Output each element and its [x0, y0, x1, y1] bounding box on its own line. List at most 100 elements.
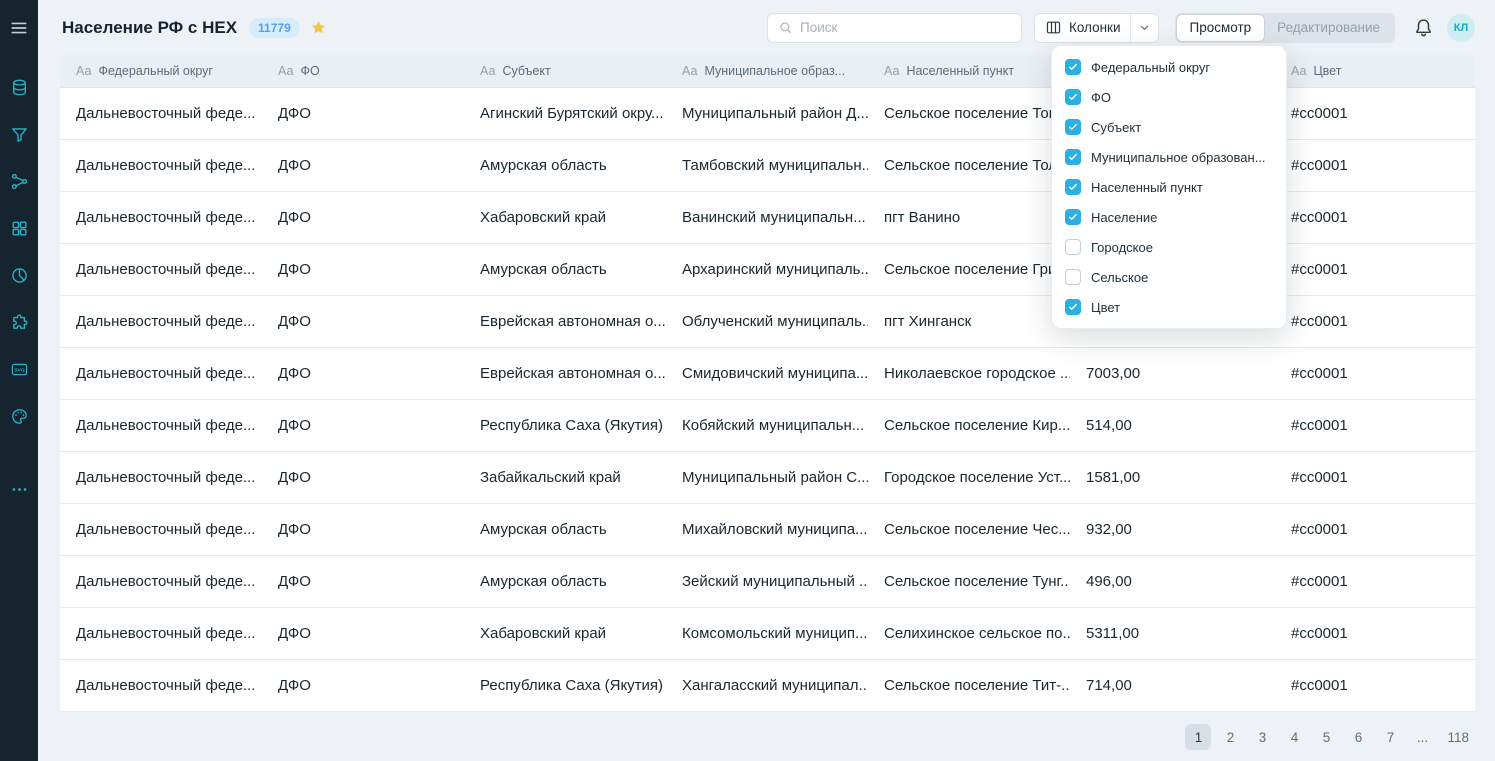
checkbox-unchecked-icon[interactable] [1065, 269, 1081, 285]
table-row[interactable]: Дальневосточный феде...ДФОЕврейская авто… [60, 348, 1475, 400]
filter-icon[interactable] [0, 111, 38, 158]
column-header[interactable]: АаСубъект [464, 55, 666, 87]
edit-mode-button[interactable]: Редактирование [1264, 15, 1393, 41]
column-header[interactable]: Аа Цвет [1275, 55, 1475, 87]
svg-icon[interactable]: SVG [0, 346, 38, 393]
table-cell: Дальневосточный феде... [60, 400, 262, 451]
table-row[interactable]: Дальневосточный феде...ДФОАмурская облас… [60, 504, 1475, 556]
column-toggle-item[interactable]: Федеральный округ [1052, 52, 1286, 82]
checkbox-checked-icon[interactable] [1065, 299, 1081, 315]
checkbox-checked-icon[interactable] [1065, 179, 1081, 195]
column-header[interactable]: АаНаселенный пункт [868, 55, 1070, 87]
table-row[interactable]: Дальневосточный феде...ДФОЗабайкальский … [60, 452, 1475, 504]
checkbox-checked-icon[interactable] [1065, 89, 1081, 105]
data-icon[interactable] [0, 64, 38, 111]
table-cell: пгт Хинганск [868, 296, 1070, 347]
column-toggle-item[interactable]: Сельское [1052, 262, 1286, 292]
menu-icon[interactable] [0, 8, 38, 48]
table-row[interactable]: Дальневосточный феде...ДФОРеспублика Сах… [60, 660, 1475, 712]
pagination-page[interactable]: 6 [1345, 724, 1371, 750]
pagination-page[interactable]: 7 [1377, 724, 1403, 750]
column-toggle-item[interactable]: Субъект [1052, 112, 1286, 142]
table-cell: ДФО [262, 192, 464, 243]
table-cell: #cc0001 [1275, 660, 1475, 711]
table-cell: Дальневосточный феде... [60, 660, 262, 711]
search-box[interactable] [767, 13, 1022, 43]
table-cell: #cc0001 [1275, 504, 1475, 555]
table-cell: Дальневосточный феде... [60, 608, 262, 659]
column-header-label: Муниципальное образ... [704, 64, 845, 78]
column-header[interactable]: АаФедеральный округ [60, 55, 262, 87]
table-cell: #cc0001 [1275, 452, 1475, 503]
column-toggle-label: Городское [1091, 240, 1153, 255]
table-cell: #cc0001 [1275, 88, 1475, 139]
checkbox-checked-icon[interactable] [1065, 149, 1081, 165]
column-toggle-item[interactable]: Муниципальное образован... [1052, 142, 1286, 172]
view-mode-button[interactable]: Просмотр [1177, 15, 1265, 41]
column-toggle-item[interactable]: Населенный пункт [1052, 172, 1286, 202]
column-toggle-item[interactable]: Население [1052, 202, 1286, 232]
palette-icon[interactable] [0, 393, 38, 440]
column-toggle-item[interactable]: ФО [1052, 82, 1286, 112]
column-toggle-item[interactable]: Городское [1052, 232, 1286, 262]
chevron-down-icon[interactable] [1131, 20, 1158, 35]
plugins-icon[interactable] [0, 299, 38, 346]
checkbox-unchecked-icon[interactable] [1065, 239, 1081, 255]
table-row[interactable]: Дальневосточный феде...ДФОХабаровский кр… [60, 608, 1475, 660]
table-cell: Дальневосточный феде... [60, 452, 262, 503]
pagination-page[interactable]: 3 [1249, 724, 1275, 750]
favorite-star-icon[interactable] [310, 19, 327, 36]
table-cell: #cc0001 [1275, 400, 1475, 451]
search-input[interactable] [800, 20, 1011, 35]
columns-icon [1045, 19, 1062, 36]
table-cell: ДФО [262, 348, 464, 399]
table-cell: ДФО [262, 88, 464, 139]
table-cell: 932,00 [1070, 504, 1275, 555]
table-cell: Селихинское сельское по... [868, 608, 1070, 659]
table-cell: пгт Ванино [868, 192, 1070, 243]
charts-icon[interactable] [0, 252, 38, 299]
notifications-bell-icon[interactable] [1413, 17, 1434, 38]
table-cell: #cc0001 [1275, 192, 1475, 243]
table-cell: Облученский муниципаль... [666, 296, 868, 347]
relations-icon[interactable] [0, 158, 38, 205]
pagination-ellipsis: ... [1409, 724, 1435, 750]
table-cell: Еврейская автономная о... [464, 296, 666, 347]
table-row[interactable]: Дальневосточный феде...ДФОРеспублика Сах… [60, 400, 1475, 452]
text-type-icon: Аа [278, 64, 293, 78]
table-cell: Сельское поселение Тол... [868, 140, 1070, 191]
user-avatar[interactable]: КЛ [1447, 14, 1475, 42]
column-header[interactable]: Аа ФО [262, 55, 464, 87]
column-toggle-label: Населенный пункт [1091, 180, 1203, 195]
column-toggle-label: Федеральный округ [1091, 60, 1210, 75]
checkbox-checked-icon[interactable] [1065, 119, 1081, 135]
layout-icon[interactable] [0, 205, 38, 252]
column-header-label: Цвет [1313, 64, 1341, 78]
table-row[interactable]: Дальневосточный феде...ДФОАмурская облас… [60, 556, 1475, 608]
text-type-icon: Аа [1291, 64, 1306, 78]
pagination-page[interactable]: 1 [1185, 724, 1211, 750]
checkbox-checked-icon[interactable] [1065, 59, 1081, 75]
column-toggle-item[interactable]: Цвет [1052, 292, 1286, 322]
column-header-label: ФО [300, 64, 319, 78]
column-header[interactable]: АаМуниципальное образ... [666, 55, 868, 87]
columns-button[interactable]: Колонки [1034, 13, 1159, 43]
more-icon[interactable] [0, 466, 38, 513]
table-cell: Смидовичский муниципа... [666, 348, 868, 399]
pagination-page[interactable]: 2 [1217, 724, 1243, 750]
column-header-label: Федеральный округ [98, 64, 213, 78]
table-cell: 714,00 [1070, 660, 1275, 711]
table-cell: #cc0001 [1275, 296, 1475, 347]
table-cell: 1581,00 [1070, 452, 1275, 503]
pagination-page[interactable]: 5 [1313, 724, 1339, 750]
table-cell: Сельское поселение Чес... [868, 504, 1070, 555]
text-type-icon: Аа [480, 64, 495, 78]
table-cell: Еврейская автономная о... [464, 348, 666, 399]
pagination-page[interactable]: 118 [1441, 724, 1475, 750]
table-cell: Зейский муниципальный ... [666, 556, 868, 607]
checkbox-checked-icon[interactable] [1065, 209, 1081, 225]
table-cell: #cc0001 [1275, 244, 1475, 295]
pagination-page[interactable]: 4 [1281, 724, 1307, 750]
table-cell: Дальневосточный феде... [60, 296, 262, 347]
table-cell: Дальневосточный феде... [60, 244, 262, 295]
